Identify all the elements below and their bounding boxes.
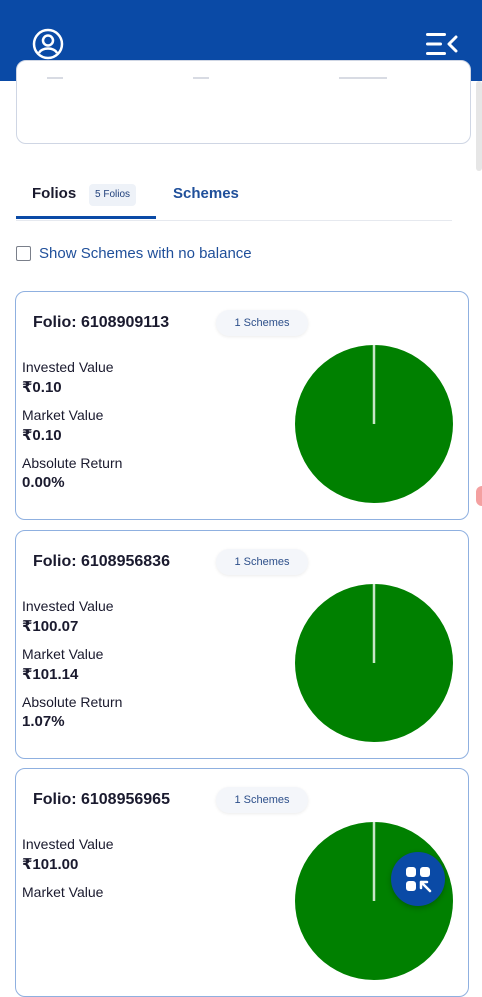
absolute-return-label: Absolute Return — [22, 455, 123, 471]
folio-card[interactable]: Folio: 6108909113 1 Schemes Invested Val… — [15, 291, 469, 520]
folios-count-badge: 5 Folios — [89, 184, 137, 206]
show-no-balance-label: Show Schemes with no balance — [39, 245, 252, 262]
absolute-return-label: Absolute Return — [22, 694, 123, 710]
invested-value: ₹0.10 — [22, 379, 62, 396]
market-value-label: Market Value — [22, 646, 104, 662]
market-value: ₹0.10 — [22, 427, 62, 444]
grid-shrink-icon — [406, 867, 432, 893]
invested-value-label: Invested Value — [22, 359, 114, 375]
market-value: ₹101.14 — [22, 666, 79, 683]
absolute-return-value: 1.07% — [22, 713, 65, 730]
invested-value: ₹101.00 — [22, 856, 79, 873]
schemes-count-badge[interactable]: 1 Schemes — [216, 310, 308, 336]
allocation-pie-chart — [295, 584, 453, 742]
user-circle-icon[interactable] — [31, 27, 65, 61]
invested-value-label: Invested Value — [22, 598, 114, 614]
tab-folios-label: Folios — [32, 185, 77, 202]
folio-card[interactable]: Folio: 6108956836 1 Schemes Invested Val… — [15, 530, 469, 759]
menu-collapse-icon[interactable] — [424, 30, 458, 58]
show-no-balance-checkbox[interactable] — [16, 246, 31, 261]
summary-divider — [47, 71, 63, 79]
schemes-count-badge[interactable]: 1 Schemes — [216, 787, 308, 813]
folio-title: Folio: 6108909113 — [33, 314, 170, 331]
active-tab-indicator — [16, 216, 156, 219]
scrollbar[interactable] — [476, 81, 482, 171]
summary-divider — [339, 71, 387, 79]
folio-title: Folio: 6108956965 — [33, 791, 170, 808]
tab-schemes[interactable]: Schemes — [173, 172, 273, 218]
summary-divider — [193, 71, 209, 79]
tab-bar: Folios 5 Folios Schemes — [16, 172, 452, 221]
allocation-pie-chart — [295, 345, 453, 503]
summary-card — [16, 60, 471, 144]
invested-value: ₹100.07 — [22, 618, 79, 635]
side-handle[interactable] — [476, 486, 482, 506]
schemes-count-badge[interactable]: 1 Schemes — [216, 549, 308, 575]
market-value-label: Market Value — [22, 407, 104, 423]
market-value-label: Market Value — [22, 884, 104, 900]
absolute-return-value: 0.00% — [22, 474, 65, 491]
quick-actions-button[interactable] — [391, 852, 445, 906]
invested-value-label: Invested Value — [22, 836, 114, 852]
folio-title: Folio: 6108956836 — [33, 553, 170, 570]
tab-folios[interactable]: Folios 5 Folios — [16, 172, 156, 219]
tab-schemes-label: Schemes — [173, 185, 239, 202]
